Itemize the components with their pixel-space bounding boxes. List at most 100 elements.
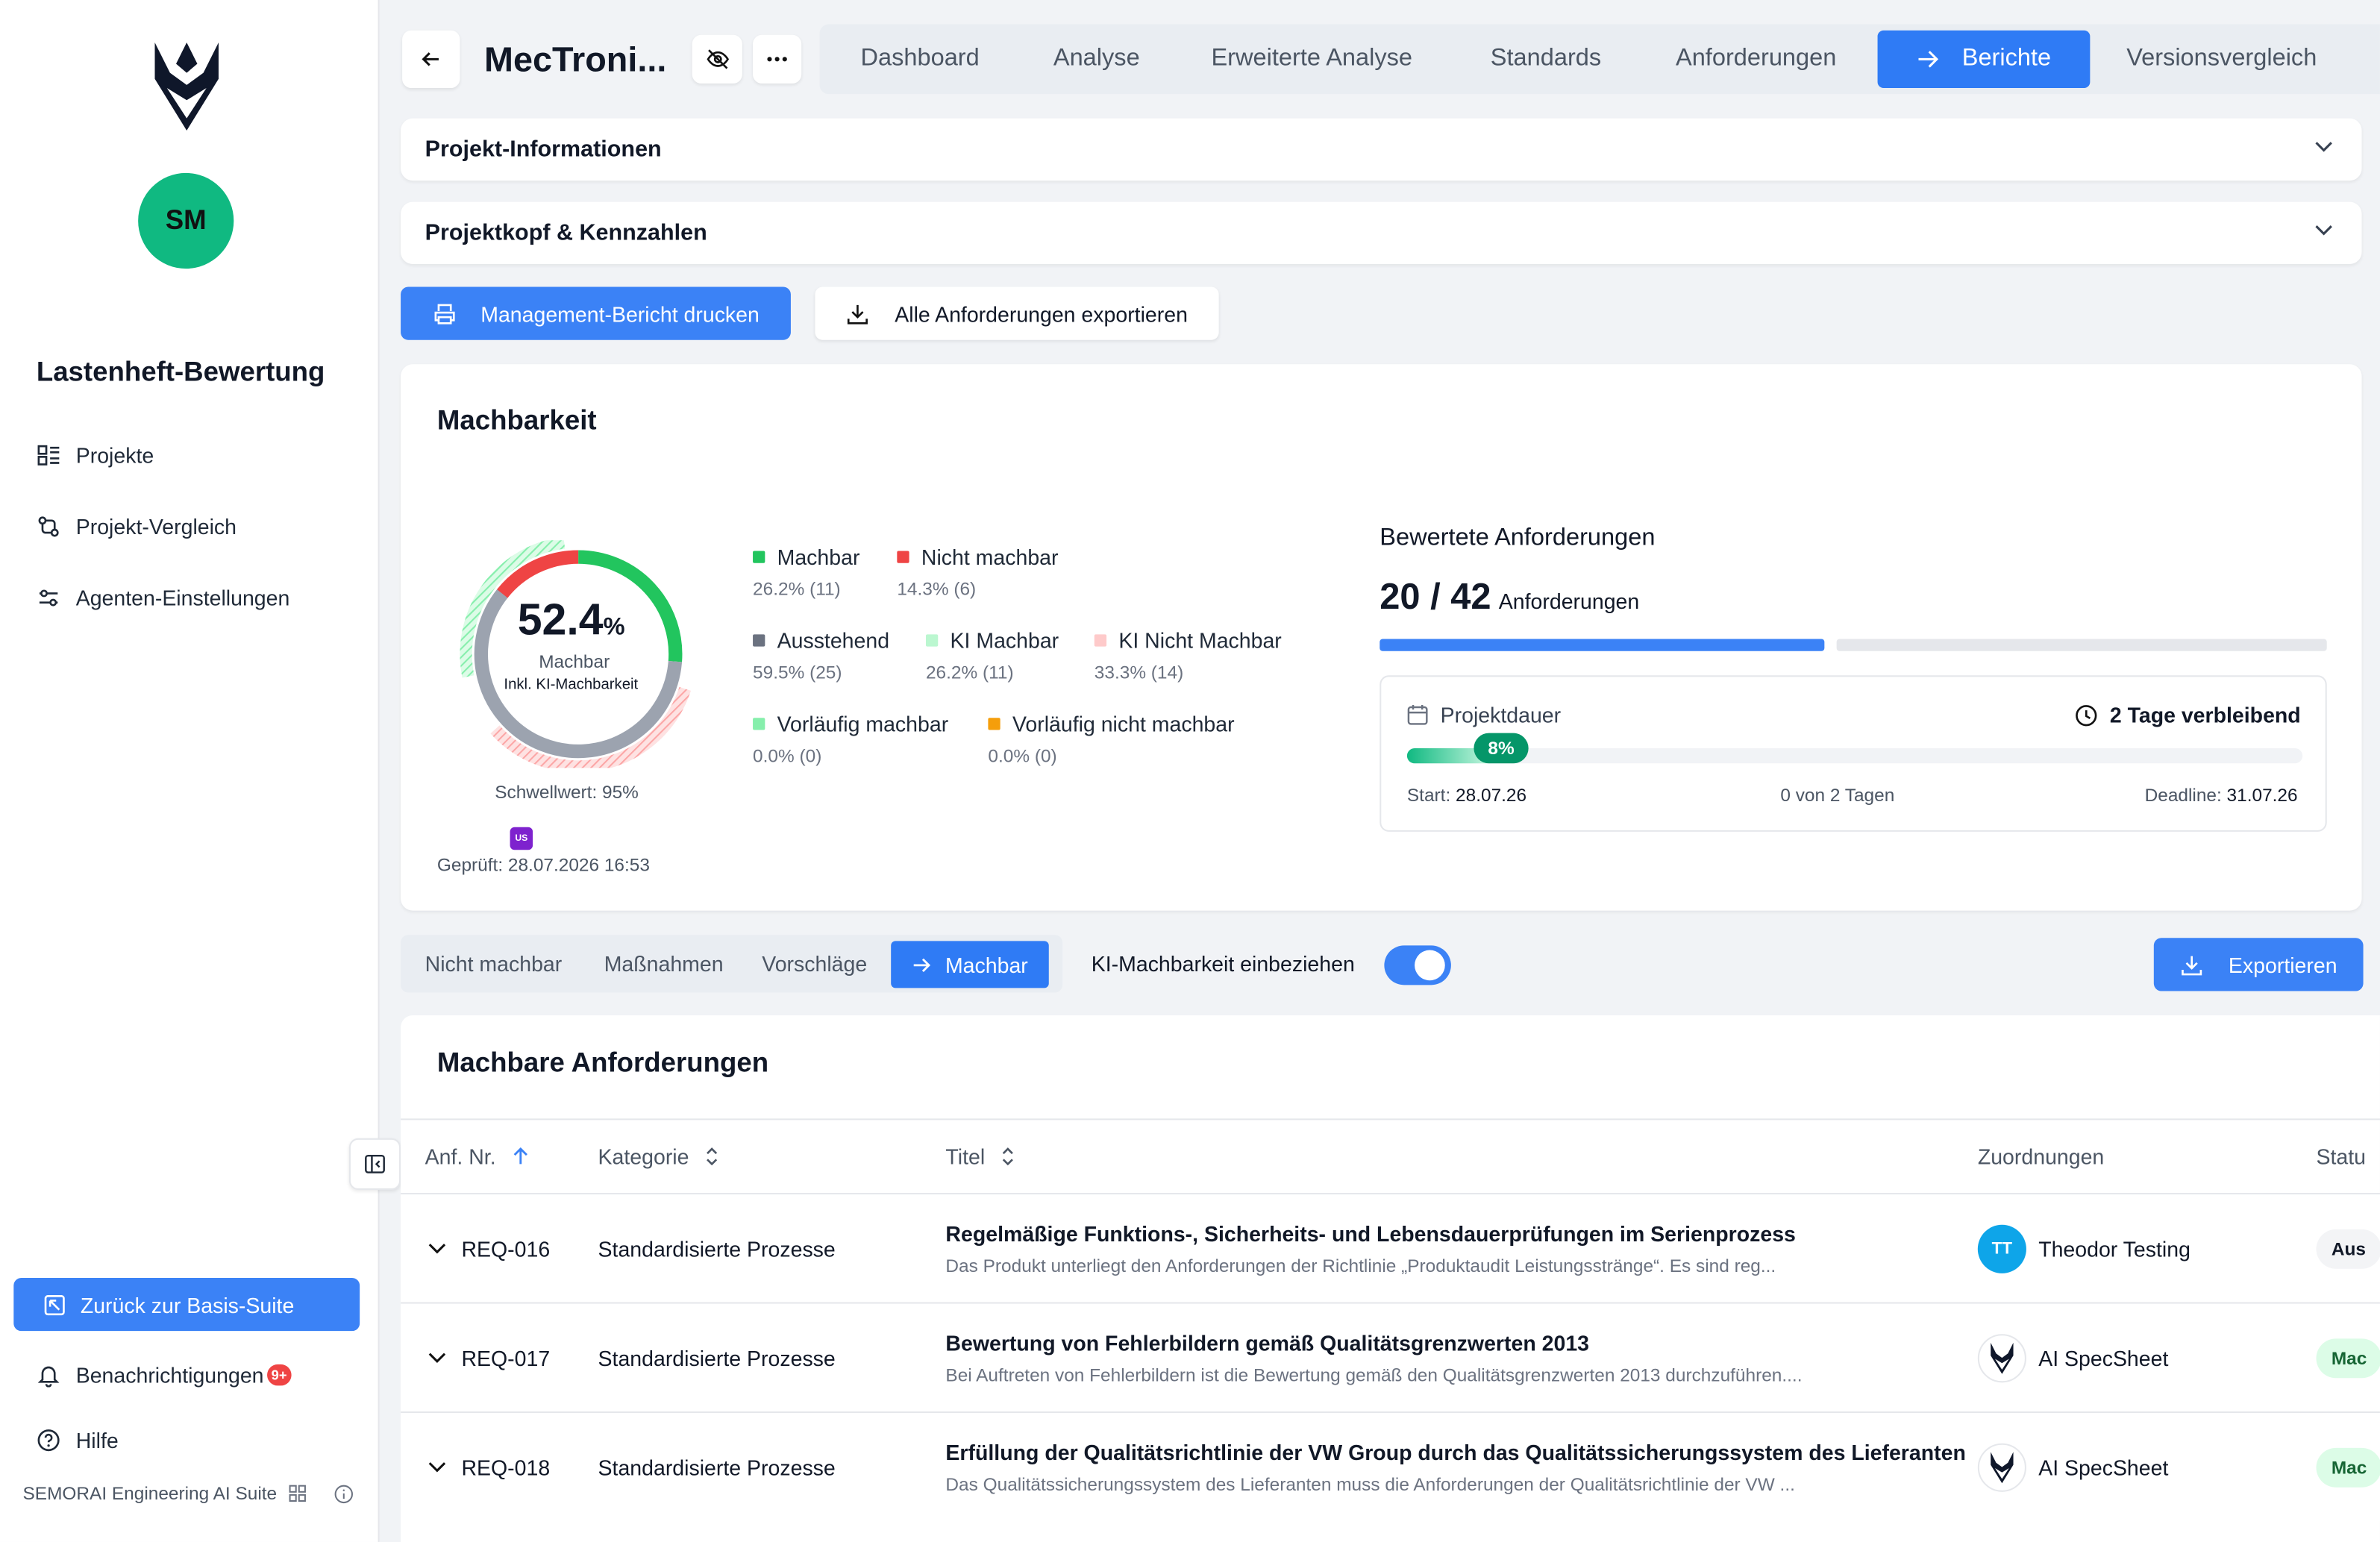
avatar-initials: TT	[1991, 1240, 2013, 1259]
avatar: TT	[1977, 1224, 2026, 1273]
days-progress: 0 von 2 Tagen	[1780, 784, 1895, 806]
req-title: Regelmäßige Funktions-, Sicherheits- und…	[945, 1221, 1796, 1247]
subtab-machbar[interactable]: Machbar	[891, 941, 1049, 988]
req-id: REQ-016	[461, 1237, 551, 1262]
legend-label: Ausstehend	[777, 628, 890, 653]
duration-label-text: Projektdauer	[1440, 702, 1562, 727]
column-label: Statu	[2316, 1144, 2367, 1169]
column-header-kategorie[interactable]: Kategorie	[598, 1144, 720, 1168]
printer-icon	[433, 303, 454, 324]
sidebar-item-label: Projekte	[75, 443, 154, 468]
section-title: Projekt-Informationen	[425, 137, 662, 163]
tab-analyse[interactable]: Analyse	[1053, 46, 1140, 73]
legend-vorlaeufig-machbar: Vorläufig machbar	[753, 712, 948, 736]
evaluated-title: Bewertete Anforderungen	[1380, 524, 1656, 551]
legend-value: 26.2% (11)	[753, 578, 841, 600]
tab-berichte[interactable]: Berichte	[1877, 30, 2091, 88]
table-row[interactable]: REQ-017 Standardisierte Prozesse Bewertu…	[401, 1302, 2380, 1411]
app-title: Lastenheft-Bewertung	[36, 357, 325, 387]
legend-label: Vorläufig machbar	[777, 712, 949, 736]
ki-toggle-switch[interactable]	[1384, 945, 1451, 985]
info-icon[interactable]	[334, 1484, 354, 1503]
list-icon	[37, 445, 60, 466]
export-all-button[interactable]: Alle Anforderungen exportieren	[815, 286, 1219, 340]
legend-value: 0.0% (0)	[753, 745, 822, 767]
tab-dashboard[interactable]: Dashboard	[861, 46, 980, 73]
chevron-down-icon[interactable]	[428, 1461, 446, 1473]
sidebar-item-projekte[interactable]: Projekte	[37, 443, 154, 468]
deadline-label: Deadline:	[2144, 784, 2222, 806]
checker-initials: US	[515, 833, 528, 844]
footer-label: SEMORAI Engineering AI Suite	[22, 1482, 278, 1505]
column-label: Zuordnungen	[1977, 1144, 2105, 1169]
legend-vorlaeufig-nicht-machbar: Vorläufig nicht machbar	[988, 712, 1235, 736]
back-button-label: Zurück zur Basis-Suite	[80, 1292, 295, 1317]
tab-standards[interactable]: Standards	[1491, 46, 1601, 73]
print-report-button[interactable]: Management-Bericht drucken	[401, 286, 791, 340]
help-link[interactable]: Hilfe	[37, 1428, 119, 1452]
toggle-knob	[1415, 950, 1445, 981]
sidebar-item-label: Projekt-Vergleich	[75, 514, 237, 539]
back-to-suite-button[interactable]: Zurück zur Basis-Suite	[13, 1277, 360, 1332]
tab-versionsvergleich[interactable]: Versionsvergleich	[2126, 46, 2317, 73]
gauge-center-label: Machbar	[539, 651, 610, 673]
duration-label: Projektdauer	[1407, 703, 1561, 727]
duration-progress-track	[1406, 748, 2303, 764]
apps-grid-icon[interactable]	[289, 1485, 307, 1502]
column-header-titel[interactable]: Titel	[945, 1144, 1015, 1168]
avatar[interactable]: SM	[138, 172, 234, 269]
checker-avatar: US	[510, 827, 533, 850]
column-header-id[interactable]: Anf. Nr.	[425, 1144, 530, 1168]
clock-icon	[2076, 704, 2097, 726]
chevron-down-icon[interactable]	[428, 1243, 446, 1255]
notifications-link[interactable]: Benachrichtigungen 9+	[37, 1363, 292, 1388]
project-info-section[interactable]: Projekt-Informationen	[401, 118, 2362, 181]
legend-ausstehend: Ausstehend	[753, 628, 889, 653]
percent-value: 52.4	[517, 596, 604, 645]
hide-visibility-button[interactable]	[692, 34, 742, 84]
start-date-value: 28.07.26	[1456, 784, 1527, 806]
evaluated-count: 20 / 42 Anforderungen	[1380, 577, 1639, 619]
tab-anforderungen[interactable]: Anforderungen	[1676, 46, 1836, 73]
more-horizontal-icon	[767, 57, 787, 62]
table-row[interactable]: REQ-018 Standardisierte Prozesse Erfüllu…	[401, 1411, 2380, 1521]
table-title: Machbare Anforderungen	[436, 1047, 769, 1078]
project-head-section[interactable]: Projektkopf & Kennzahlen	[401, 201, 2362, 264]
evaluated-progress-track	[1836, 639, 2327, 651]
feasibility-percent: 52.4%	[518, 597, 625, 647]
more-options-button[interactable]	[753, 34, 802, 84]
legend-label: KI Nicht Machbar	[1118, 628, 1282, 653]
export-button[interactable]: Exportieren	[2153, 938, 2364, 991]
collapse-sidebar-button[interactable]	[348, 1138, 401, 1190]
deadline-date: Deadline: 31.07.26	[2145, 785, 2298, 806]
avatar-initials: SM	[165, 204, 207, 236]
column-header-zuordnungen: Zuordnungen	[1978, 1144, 2104, 1169]
notifications-label: Benachrichtigungen	[75, 1362, 264, 1388]
subtab-nicht-machbar[interactable]: Nicht machbar	[425, 952, 563, 977]
evaluated-count-label: Anforderungen	[1498, 589, 1640, 613]
checked-timestamp: Geprüft: 28.07.2026 16:53	[436, 854, 650, 876]
legend-swatch	[753, 718, 765, 730]
sidebar-item-agenten-einstellungen[interactable]: Agenten-Einstellungen	[37, 586, 290, 610]
req-category: Standardisierte Prozesse	[598, 1346, 836, 1371]
ai-specsheet-avatar	[1977, 1334, 2026, 1383]
chevron-down-icon[interactable]	[428, 1353, 446, 1364]
help-label: Hilfe	[75, 1428, 119, 1452]
tab-erweiterte-analyse[interactable]: Erweiterte Analyse	[1211, 46, 1412, 73]
legend-value: 59.5% (25)	[753, 661, 842, 683]
tab-label: Berichte	[1961, 46, 2052, 72]
legend-nicht-machbar: Nicht machbar	[897, 545, 1059, 569]
subtab-massnahmen[interactable]: Maßnahmen	[604, 952, 724, 977]
back-arrow-button[interactable]	[402, 30, 460, 88]
sort-ascending-icon	[513, 1147, 527, 1165]
app-logo-icon	[154, 42, 219, 131]
chevron-down-icon	[2315, 225, 2332, 236]
sidebar-item-projekt-vergleich[interactable]: Projekt-Vergleich	[37, 515, 237, 539]
subtab-vorschlaege[interactable]: Vorschläge	[762, 952, 867, 977]
legend-value: 0.0% (0)	[988, 745, 1057, 767]
suite-footer: SEMORAI Engineering AI Suite	[23, 1483, 354, 1504]
notifications-badge: 9+	[266, 1364, 292, 1386]
legend-label: Nicht machbar	[921, 545, 1059, 569]
table-row[interactable]: REQ-016 Standardisierte Prozesse Regelmä…	[401, 1193, 2380, 1303]
column-header-status: Statu	[2316, 1144, 2366, 1169]
